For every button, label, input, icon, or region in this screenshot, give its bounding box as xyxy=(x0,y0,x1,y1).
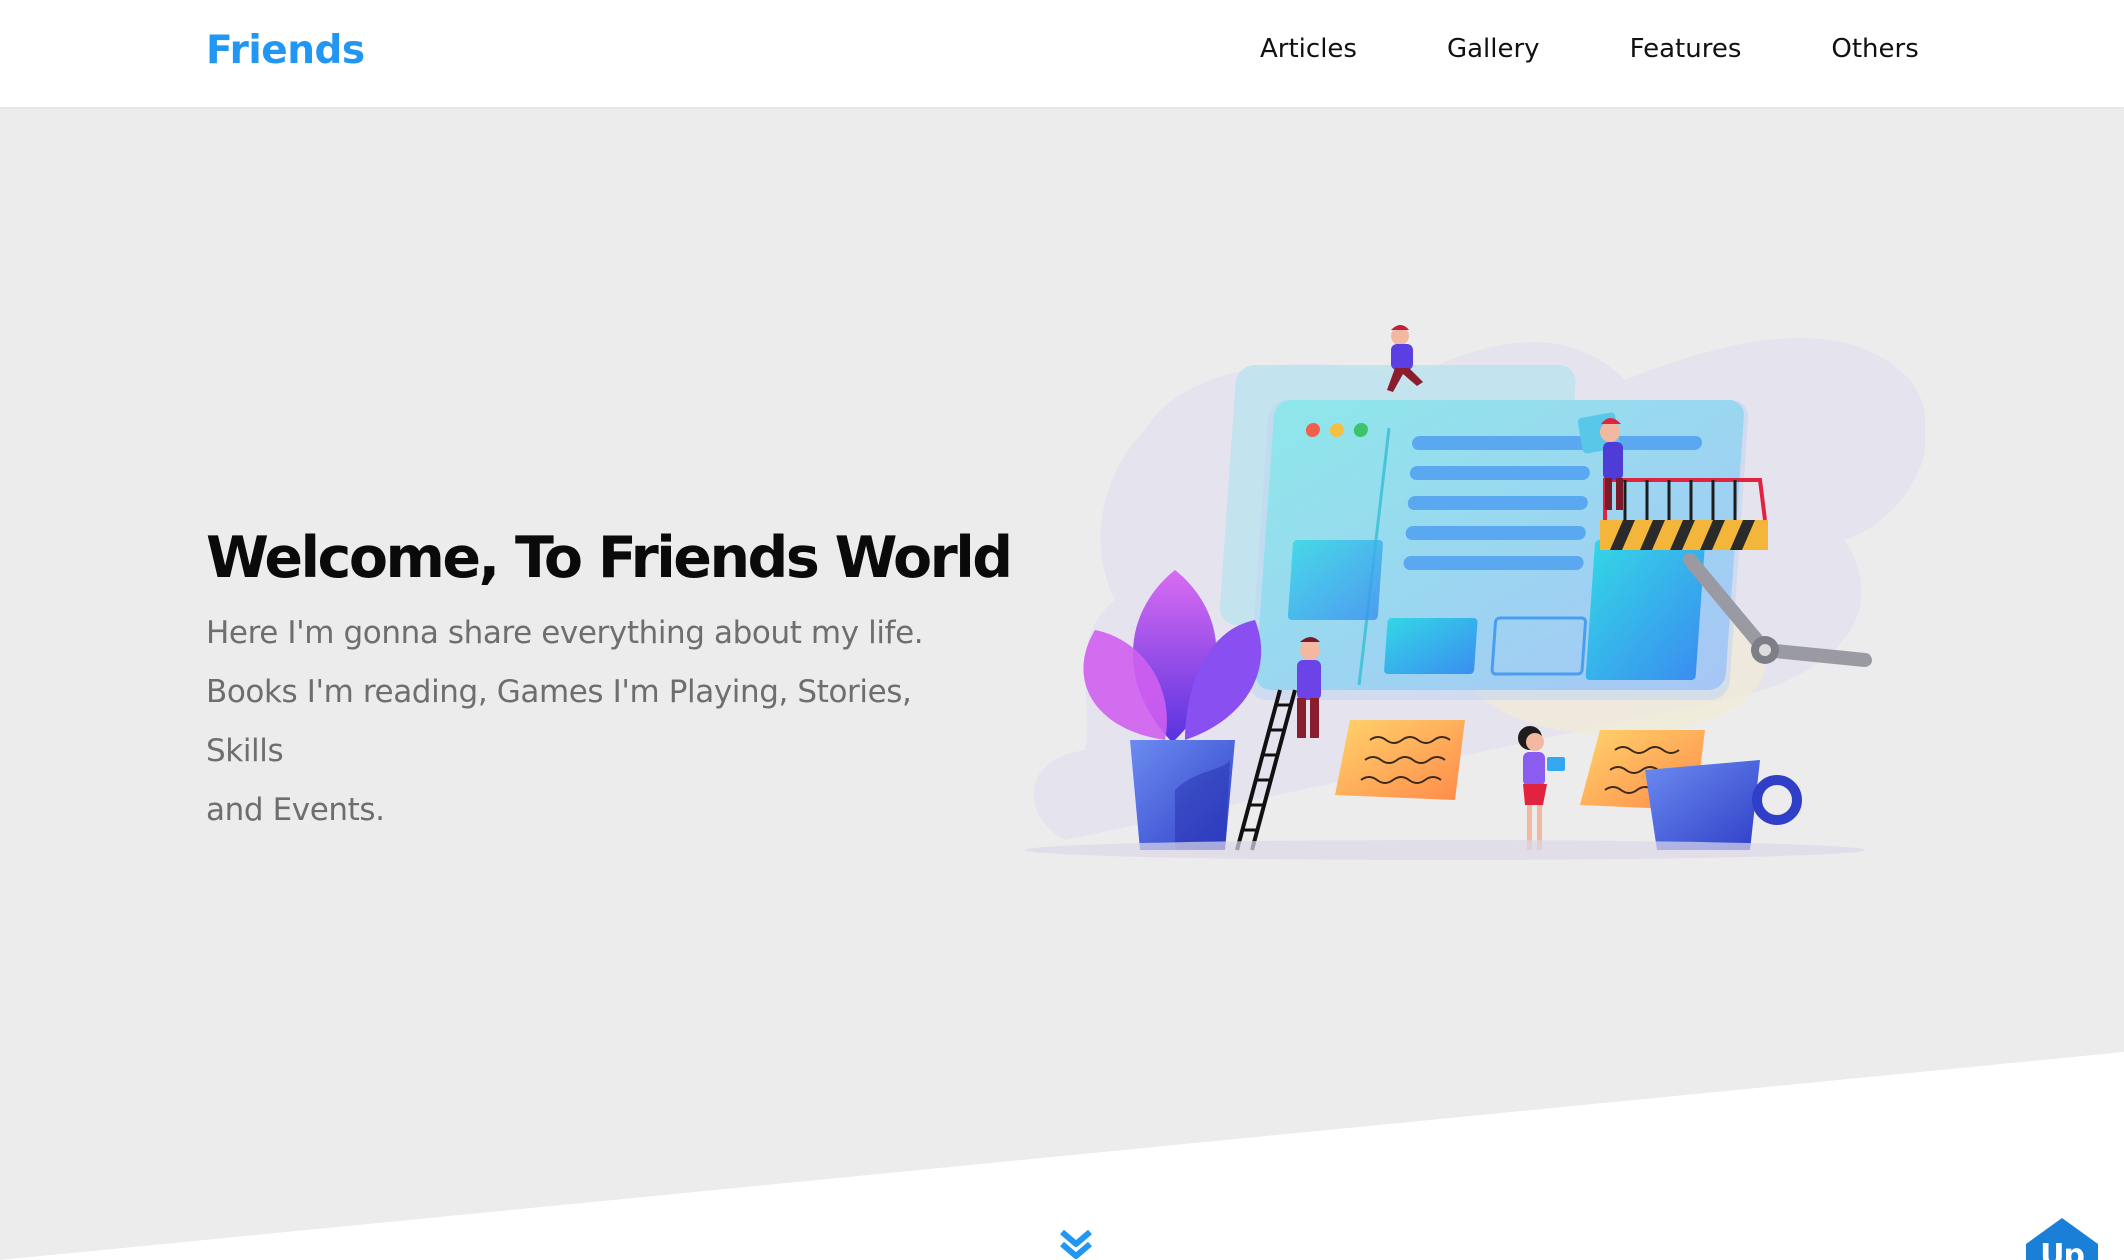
hero-description-line-1: Here I'm gonna share everything about my… xyxy=(206,615,924,651)
hero-description-line-2: Books I'm reading, Games I'm Playing, St… xyxy=(206,674,912,769)
hero-illustration xyxy=(1025,325,1925,860)
coffee-mug xyxy=(1645,760,1802,850)
nav-link-features[interactable]: Features xyxy=(1630,34,1742,64)
nav-link-others[interactable]: Others xyxy=(1831,34,1918,64)
nav-link-articles[interactable]: Articles xyxy=(1260,34,1357,64)
hero-description: Here I'm gonna share everything about my… xyxy=(206,604,976,840)
hero-description-line-3: and Events. xyxy=(206,792,385,828)
page: Friends Articles Gallery Features Others… xyxy=(0,0,2124,1260)
brand-logo-link[interactable]: Friends xyxy=(206,28,365,73)
main-nav: Articles Gallery Features Others xyxy=(1260,34,1919,64)
standing-woman xyxy=(1518,726,1565,850)
hero-title: Welcome, To Friends World xyxy=(206,525,1013,591)
scroll-up-button[interactable]: Up xyxy=(2024,1216,2100,1260)
nav-link-gallery[interactable]: Gallery xyxy=(1447,34,1540,64)
top-navbar: Friends Articles Gallery Features Others xyxy=(0,0,2124,107)
chevron-double-down-icon[interactable] xyxy=(1058,1228,1094,1260)
scroll-up-label: Up xyxy=(2040,1238,2085,1260)
